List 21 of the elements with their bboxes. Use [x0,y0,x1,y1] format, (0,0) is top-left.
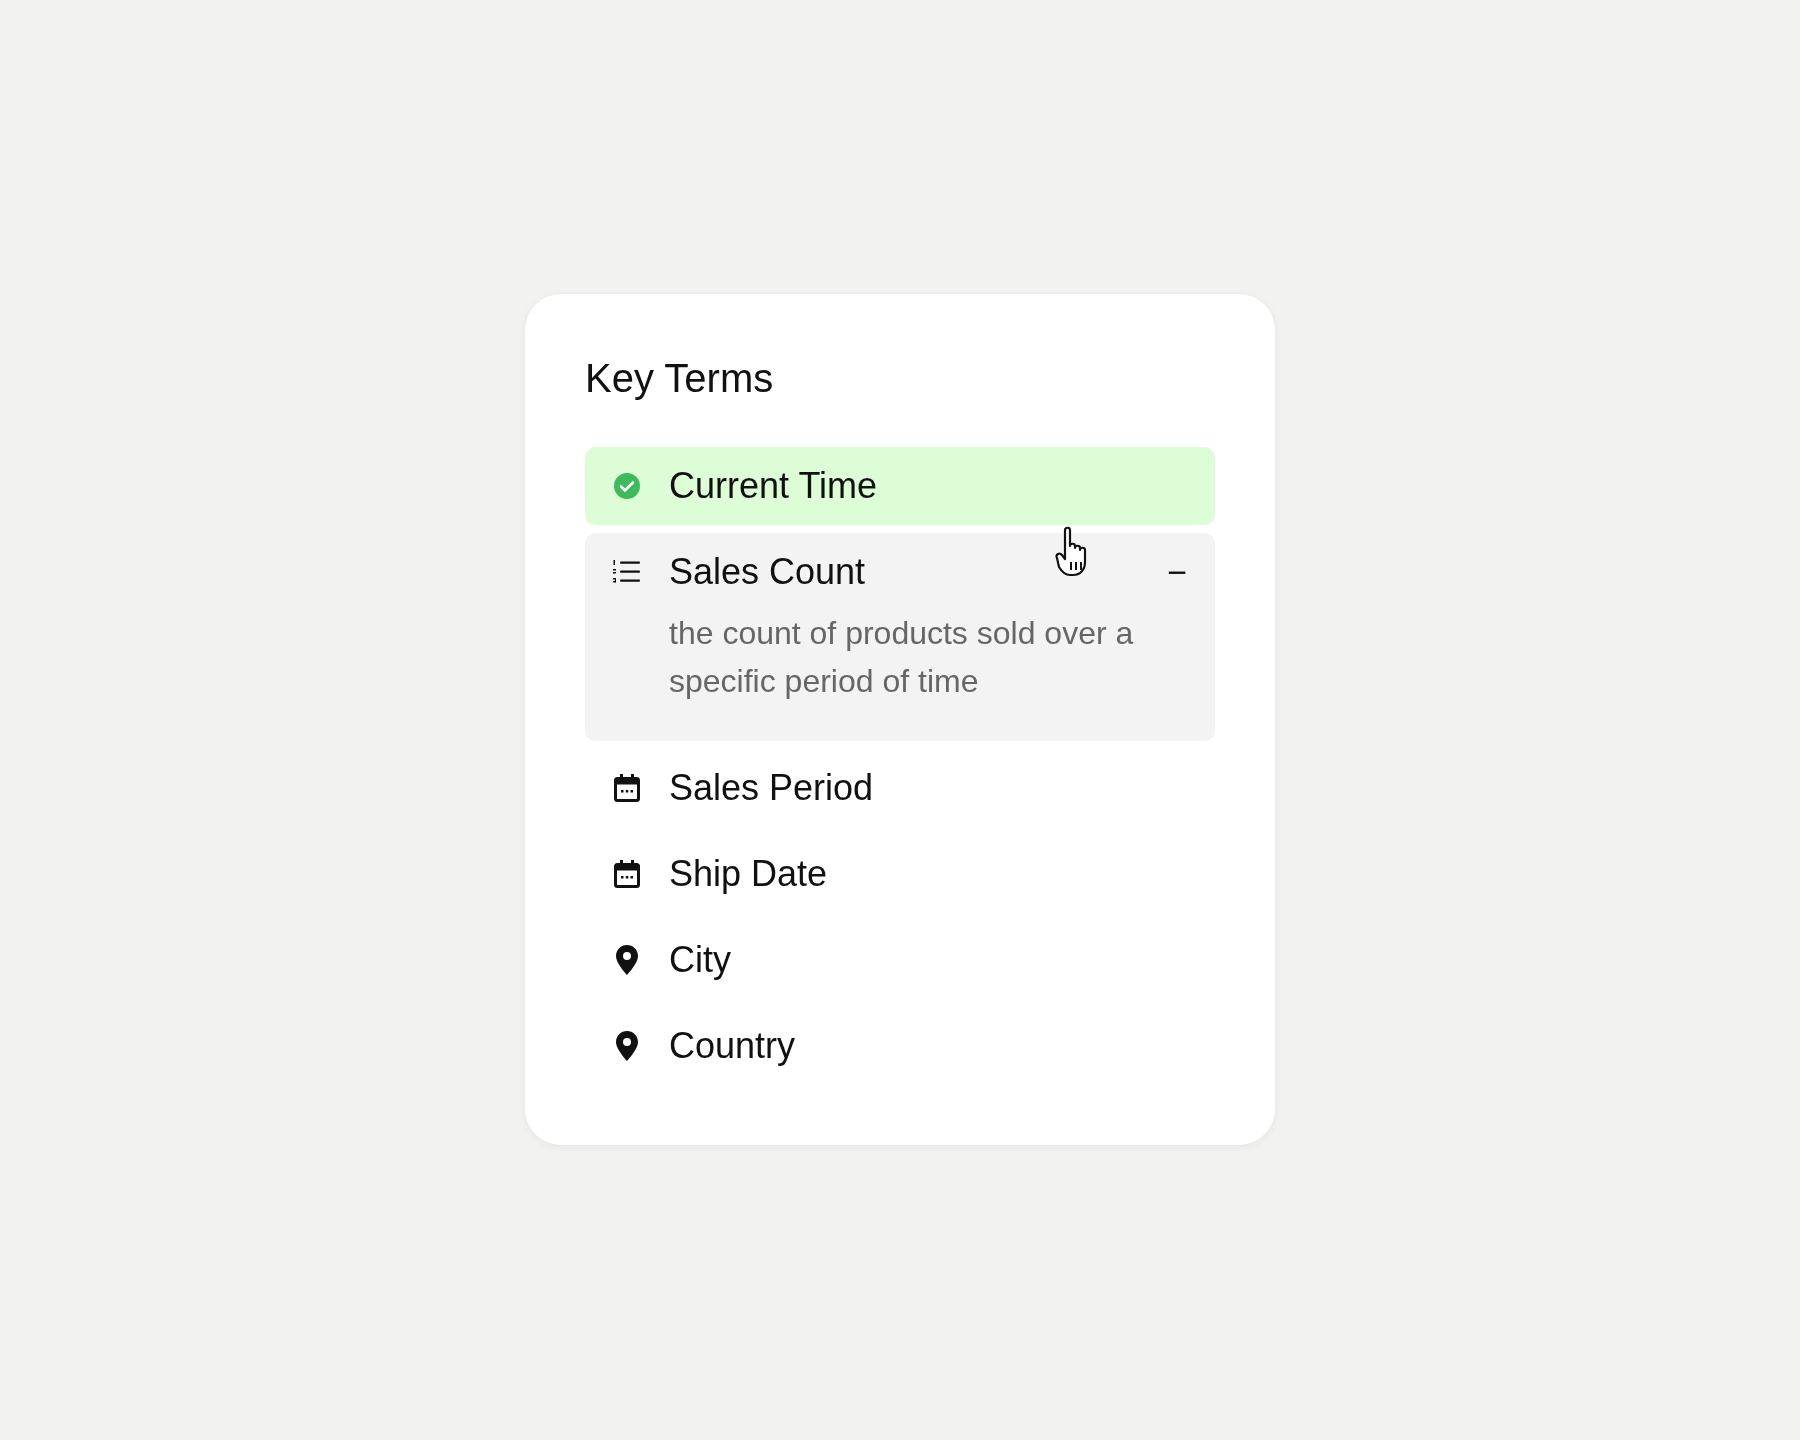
numbered-list-icon [613,559,641,585]
location-pin-icon [616,945,638,975]
term-label: Ship Date [669,853,828,895]
term-label: City [669,939,731,981]
expanded-term-item[interactable]: Sales Count − the count of products sold over a specific period of time [585,533,1215,741]
term-item[interactable]: Country [585,1007,1215,1085]
term-item[interactable]: Ship Date [585,835,1215,913]
check-circle-icon [613,472,641,500]
term-item[interactable]: Sales Period [585,749,1215,827]
calendar-icon [614,860,640,888]
term-label: Country [669,1025,796,1067]
calendar-icon [614,774,640,802]
term-item[interactable]: City [585,921,1215,999]
term-label: Sales Count [669,551,866,593]
card-title: Key Terms [585,356,775,401]
collapse-button[interactable]: − [1167,552,1187,592]
term-label: Sales Period [669,767,874,809]
term-description: the count of products sold over a specific period of time [669,614,1135,701]
term-item[interactable]: Current Time [585,447,1215,525]
term-label: Current Time [669,465,878,507]
location-pin-icon [616,1031,638,1061]
